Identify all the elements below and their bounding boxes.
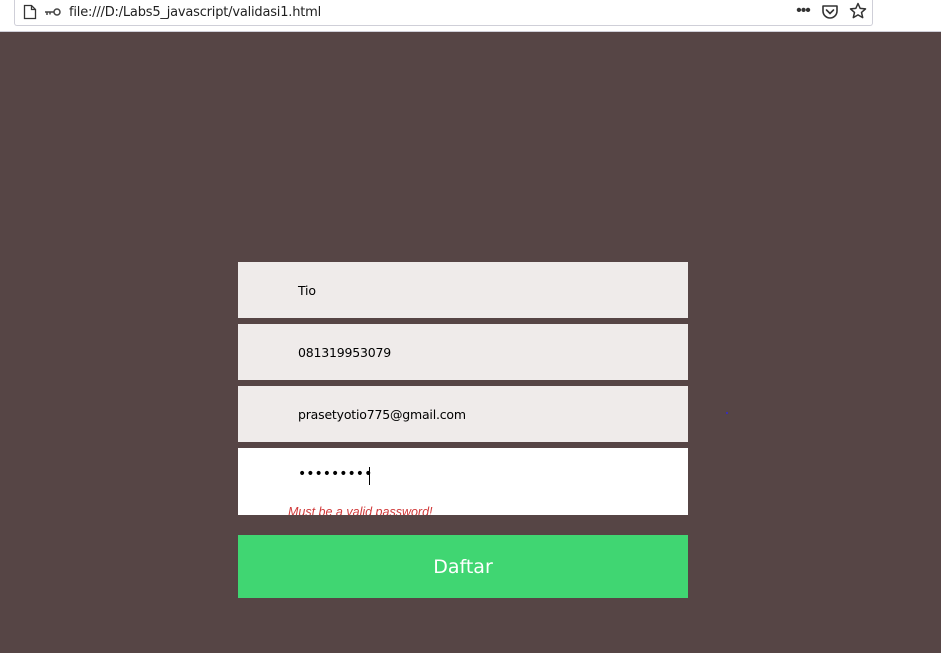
email-value: prasetyotio775@gmail.com xyxy=(298,407,466,422)
name-value: Tio xyxy=(298,283,316,298)
password-error-message: Must be a valid password! xyxy=(288,505,433,515)
star-icon[interactable] xyxy=(849,2,867,20)
password-value: ••••••••• xyxy=(298,466,373,482)
stray-pixel xyxy=(726,412,728,414)
phone-value: 081319953079 xyxy=(298,345,392,360)
browser-toolbar: file:///D:/Labs5_javascript/validasi1.ht… xyxy=(0,0,941,32)
email-field[interactable]: prasetyotio775@gmail.com xyxy=(238,386,688,442)
name-field[interactable]: Tio xyxy=(238,262,688,318)
key-icon[interactable] xyxy=(44,7,62,17)
submit-button[interactable]: Daftar xyxy=(238,535,688,598)
text-caret xyxy=(369,467,370,485)
toolbar-divider xyxy=(0,31,941,32)
pocket-icon[interactable] xyxy=(821,3,839,21)
password-field[interactable]: ••••••••• Must be a valid password! xyxy=(238,448,688,515)
url-bar[interactable]: file:///D:/Labs5_javascript/validasi1.ht… xyxy=(14,0,873,26)
page-icon xyxy=(23,4,37,20)
url-text[interactable]: file:///D:/Labs5_javascript/validasi1.ht… xyxy=(69,5,321,20)
more-icon[interactable]: ••• xyxy=(793,3,813,20)
phone-field[interactable]: 081319953079 xyxy=(238,324,688,380)
